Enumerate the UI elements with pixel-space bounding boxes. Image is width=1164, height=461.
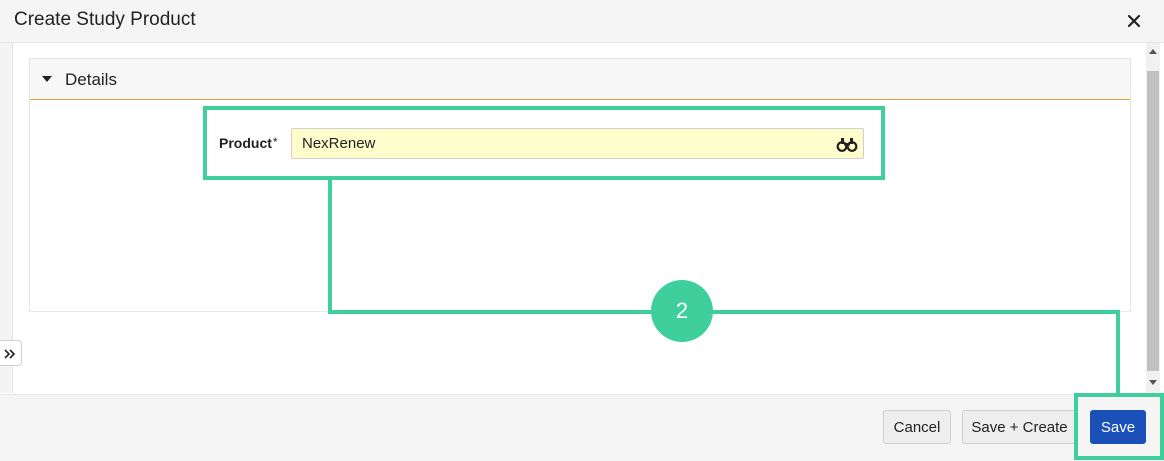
expand-panel-button[interactable] (0, 340, 22, 366)
create-study-product-dialog: Create Study Product Details Product* Ne… (0, 0, 1164, 461)
details-section-header[interactable]: Details (30, 59, 1130, 100)
details-section: Details (29, 58, 1131, 312)
callout-line-vertical-right (1116, 310, 1120, 394)
vertical-scrollbar[interactable] (1146, 43, 1160, 393)
save-create-button[interactable]: Save + Create (962, 410, 1077, 444)
step-number-badge: 2 (651, 280, 713, 342)
cancel-button[interactable]: Cancel (883, 410, 951, 444)
dialog-title-bar: Create Study Product (0, 0, 1164, 43)
dialog-footer: Cancel Save + Create Save (0, 394, 1164, 461)
callout-line-horizontal (328, 310, 1120, 314)
callout-line-vertical-left (328, 178, 332, 314)
scroll-thumb[interactable] (1147, 71, 1159, 371)
close-button[interactable] (1122, 9, 1146, 33)
dialog-title: Create Study Product (14, 9, 196, 30)
details-section-title: Details (65, 70, 117, 89)
save-button-highlight (1074, 393, 1164, 460)
scroll-down-arrow-icon[interactable] (1149, 380, 1157, 385)
scroll-up-arrow-icon[interactable] (1149, 49, 1157, 54)
product-field-highlight (203, 106, 885, 180)
double-chevron-right-icon (4, 349, 16, 359)
close-icon (1127, 14, 1141, 28)
caret-down-icon (42, 76, 52, 82)
